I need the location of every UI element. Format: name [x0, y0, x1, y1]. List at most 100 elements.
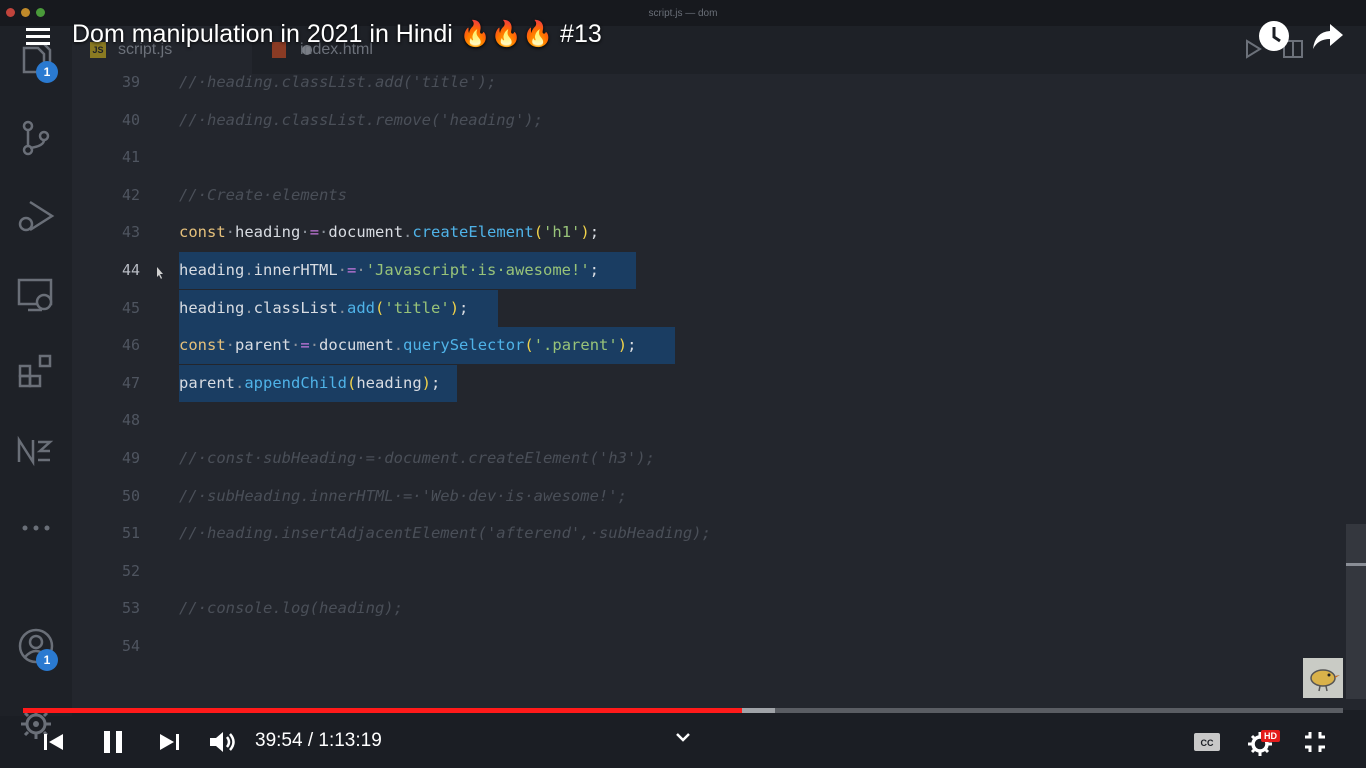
code-token: //·console.log(heading);	[179, 599, 403, 618]
mouse-pointer-icon	[157, 267, 163, 279]
code-line[interactable]: 39 //·heading.classList.add('title');	[72, 64, 1272, 101]
code-token: ;	[589, 261, 600, 279]
player-controls: 39:54 / 1:13:19 CC HD	[0, 714, 1366, 768]
code-token: .	[244, 261, 254, 279]
line-number: 44	[121, 261, 140, 279]
share-icon[interactable]	[1310, 18, 1346, 54]
line-number: 54	[121, 637, 140, 655]
code-token: ·	[319, 223, 329, 242]
code-token: ;	[459, 298, 469, 317]
code-token: 'title'	[384, 298, 450, 317]
menu-icon[interactable]	[26, 26, 50, 48]
line-number: 49	[121, 449, 140, 467]
captions-icon[interactable]: CC	[1191, 726, 1223, 758]
account-badge: 1	[36, 649, 58, 671]
code-token: heading	[356, 373, 422, 392]
code-token: =	[300, 336, 310, 355]
line-number: 51	[121, 524, 140, 543]
line-number: 42	[121, 185, 140, 204]
code-line[interactable]: 45 heading.classList.add('title');	[72, 289, 1272, 327]
code-token: heading	[179, 261, 245, 279]
code-token: )	[449, 298, 460, 317]
code-text: //·const·subHeading·=·document.createEle…	[179, 440, 655, 477]
code-token: parent	[179, 373, 235, 392]
line-number: 53	[121, 599, 140, 618]
code-line[interactable]: 47 parent.appendChild(heading);	[72, 364, 1272, 402]
code-token: const	[179, 336, 226, 355]
code-token: ·	[225, 336, 236, 355]
code-text: //·subHeading.innerHTML·=·'Web·dev·is·aw…	[179, 478, 627, 515]
editor-scrollbar[interactable]	[1346, 524, 1366, 699]
code-line[interactable]: 48	[72, 402, 1272, 439]
code-line[interactable]: 46 const·parent·=·document.querySelector(…	[72, 327, 1272, 365]
code-text: //·heading.classList.add('title');	[179, 64, 496, 101]
code-token: '.parent'	[533, 336, 618, 355]
code-token: (	[524, 336, 534, 355]
n-logo-icon[interactable]	[16, 430, 56, 470]
code-token: ;	[589, 223, 600, 242]
line-number: 43	[121, 223, 140, 242]
code-line[interactable]: 51 //·heading.insertAdjacentElement('afte…	[72, 515, 1272, 552]
code-token: innerHTML	[253, 261, 338, 279]
video-title[interactable]: Dom manipulation in 2021 in Hindi 🔥🔥🔥 #1…	[72, 20, 602, 49]
line-number: 48	[121, 411, 140, 430]
hd-badge: HD	[1261, 730, 1280, 742]
skip-previous-icon[interactable]	[38, 726, 70, 758]
progress-bar[interactable]	[23, 708, 1343, 713]
code-token: parent	[235, 336, 292, 355]
extensions-icon[interactable]	[16, 352, 56, 392]
code-text: //·heading.classList.remove('heading');	[179, 102, 543, 139]
line-number: 46	[121, 336, 140, 355]
code-token: (	[347, 373, 357, 392]
watch-later-icon[interactable]	[1256, 18, 1292, 54]
code-line[interactable]: 43 const·heading·=·document.createElement…	[72, 214, 1272, 251]
channel-watermark[interactable]	[1303, 658, 1343, 698]
source-control-icon[interactable]	[16, 118, 56, 158]
code-token: (	[533, 223, 544, 242]
exit-fullscreen-icon[interactable]	[1299, 726, 1331, 758]
code-line[interactable]: 50 //·subHeading.innerHTML·=·'Web·dev·is·…	[72, 478, 1272, 515]
code-text: const·heading·=·document.createElement('…	[179, 214, 599, 251]
time-display: 39:54 / 1:13:19	[255, 730, 382, 751]
line-number: 45	[121, 298, 140, 317]
run-debug-icon[interactable]	[16, 196, 56, 236]
window-title: script.js — dom	[648, 8, 718, 19]
activity-bar: 1 1	[0, 26, 72, 716]
code-token: add	[347, 298, 376, 317]
code-token: .	[393, 336, 404, 355]
code-token: //·heading.classList.add('title');	[179, 73, 497, 91]
chevron-down-icon[interactable]	[667, 722, 699, 754]
more-icon[interactable]	[16, 508, 56, 548]
code-line[interactable]: 54	[72, 628, 1272, 665]
skip-next-icon[interactable]	[153, 726, 185, 758]
code-token: ·	[291, 336, 301, 355]
code-token: )	[580, 223, 590, 242]
code-text: heading.innerHTML·=·'Javascript·is·aweso…	[179, 252, 636, 289]
cc-label: CC	[1201, 738, 1214, 748]
pause-icon[interactable]	[97, 726, 129, 758]
code-line[interactable]: 40 //·heading.classList.remove('heading')…	[72, 102, 1272, 139]
code-token: ·	[225, 223, 236, 242]
code-editor[interactable]: 39 //·heading.classList.add('title'); 40 //…	[72, 73, 1366, 710]
remote-explorer-icon[interactable]	[16, 274, 56, 314]
line-number: 41	[121, 148, 140, 167]
code-token: document	[328, 223, 404, 242]
bird-logo-icon	[1310, 669, 1340, 692]
code-token: //·Create·elements	[179, 185, 347, 204]
code-line[interactable]: 42 //·Create·elements	[72, 177, 1272, 214]
code-line[interactable]: 41	[72, 139, 1272, 176]
code-token: ;	[627, 336, 637, 355]
line-number: 47	[121, 373, 140, 392]
code-token: document	[319, 336, 394, 355]
volume-icon[interactable]	[206, 726, 238, 758]
code-line[interactable]: 53 //·console.log(heading);	[72, 590, 1272, 627]
code-line[interactable]: 44 heading.innerHTML·=·'Javascript·is·awe…	[72, 252, 1272, 289]
code-line[interactable]: 52	[72, 553, 1272, 590]
code-token: 'Javascript·is·awesome!'	[365, 261, 590, 279]
line-number: 39	[121, 73, 140, 91]
code-token: .	[337, 298, 348, 317]
code-token: //·heading.classList.remove('heading');	[179, 110, 543, 129]
code-line[interactable]: 49 //·const·subHeading·=·document.createE…	[72, 440, 1272, 477]
code-token: //·subHeading.innerHTML·=·'Web·dev·is·aw…	[179, 486, 627, 505]
code-token: heading	[235, 223, 301, 242]
